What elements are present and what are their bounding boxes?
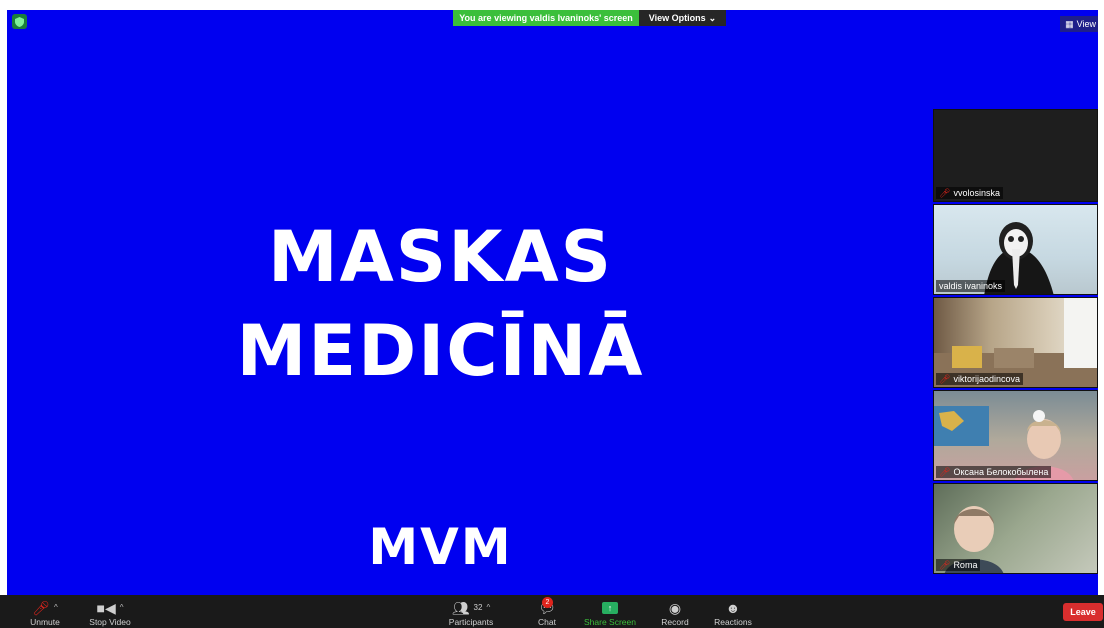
grid-icon: ▦	[1065, 18, 1074, 29]
share-screen-button[interactable]: ↑ Share Screen	[584, 595, 636, 628]
reactions-button[interactable]: ☻ Reactions	[712, 595, 754, 628]
security-shield-icon[interactable]	[12, 14, 27, 29]
meeting-toolbar: 🎤︎ ^ Unmute ■◀ ^ Stop Video 👥︎ 32 ^ Part…	[0, 595, 1104, 628]
share-screen-label: Share Screen	[584, 617, 636, 627]
stop-video-button[interactable]: ■◀ ^ Stop Video	[84, 595, 136, 628]
leave-meeting-button[interactable]: Leave	[1063, 603, 1103, 621]
record-icon: ◉	[668, 600, 682, 616]
mic-muted-icon: 🎤︎	[32, 600, 50, 616]
participant-name: vvolosinska	[953, 188, 1000, 198]
mic-muted-icon: 🎤︎	[939, 188, 951, 198]
participant-name-tag: 🎤︎ viktorijaodincova	[936, 373, 1023, 385]
chevron-up-icon[interactable]: ^	[486, 600, 490, 616]
video-camera-icon: ■◀	[96, 600, 116, 616]
mic-muted-icon: 🎤︎	[939, 374, 951, 384]
participant-name-tag: 🎤︎ Roma	[936, 559, 981, 571]
record-button[interactable]: ◉ Record	[659, 595, 691, 628]
view-layout-button[interactable]: ▦ View	[1060, 16, 1098, 32]
unmute-label: Unmute	[30, 617, 60, 627]
participant-name: valdis ivaninoks	[939, 281, 1003, 291]
view-layout-label: View	[1076, 19, 1096, 29]
participant-tile[interactable]: 🎤︎ viktorijaodincova	[933, 297, 1098, 388]
mic-muted-icon: 🎤︎	[939, 467, 951, 477]
view-options-button[interactable]: View Options ⌄	[639, 10, 726, 26]
participant-tile[interactable]: 🎤︎ Roma	[933, 483, 1098, 574]
participant-tile[interactable]: 🎤︎ Оксана Белокобылена	[933, 390, 1098, 481]
participants-label: Participants	[448, 617, 494, 627]
participant-name-tag: valdis ivaninoks	[936, 280, 1006, 292]
participant-gallery-strip: 🎤︎ vvolosinska valdis ivaninoks 🎤︎ vikto…	[933, 109, 1098, 575]
participants-icon: 👥︎	[451, 600, 470, 616]
viewing-screen-banner: You are viewing valdis Ivaninoks' screen	[453, 10, 639, 26]
slide-title-line-2: MEDICĪNĀ	[236, 310, 645, 392]
participants-count: 32	[473, 603, 483, 612]
mic-muted-icon: 🎤︎	[939, 560, 951, 570]
slide-title-line-1: MASKAS	[267, 216, 614, 298]
unmute-button[interactable]: 🎤︎ ^ Unmute	[22, 595, 68, 628]
participant-name: Оксана Белокобылена	[953, 467, 1049, 477]
share-screen-icon: ↑	[602, 602, 618, 614]
reactions-label: Reactions	[714, 617, 752, 627]
chat-unread-badge: 2	[542, 597, 553, 608]
participants-button[interactable]: 👥︎ 32 ^ Participants	[446, 595, 496, 628]
participant-name: Roma	[953, 560, 978, 570]
chevron-up-icon[interactable]: ^	[120, 600, 124, 616]
reactions-icon: ☻	[725, 600, 741, 616]
chevron-down-icon: ⌄	[708, 12, 717, 23]
zoom-window: You are viewing valdis Ivaninoks' screen…	[0, 0, 1104, 628]
chat-label: Chat	[538, 617, 556, 627]
view-options-label: View Options	[648, 13, 706, 23]
participant-name: viktorijaodincova	[953, 374, 1020, 384]
stop-video-label: Stop Video	[89, 617, 131, 627]
participant-tile[interactable]: 🎤︎ vvolosinska	[933, 109, 1098, 202]
chat-button[interactable]: 💬︎ 2 Chat	[533, 595, 561, 628]
participant-tile[interactable]: valdis ivaninoks	[933, 204, 1098, 295]
participant-name-tag: 🎤︎ Оксана Белокобылена	[936, 466, 1052, 478]
chevron-up-icon[interactable]: ^	[54, 600, 58, 616]
slide-logo-text: MVM	[368, 518, 513, 576]
record-label: Record	[661, 617, 689, 627]
participant-name-tag: 🎤︎ vvolosinska	[936, 187, 1003, 199]
